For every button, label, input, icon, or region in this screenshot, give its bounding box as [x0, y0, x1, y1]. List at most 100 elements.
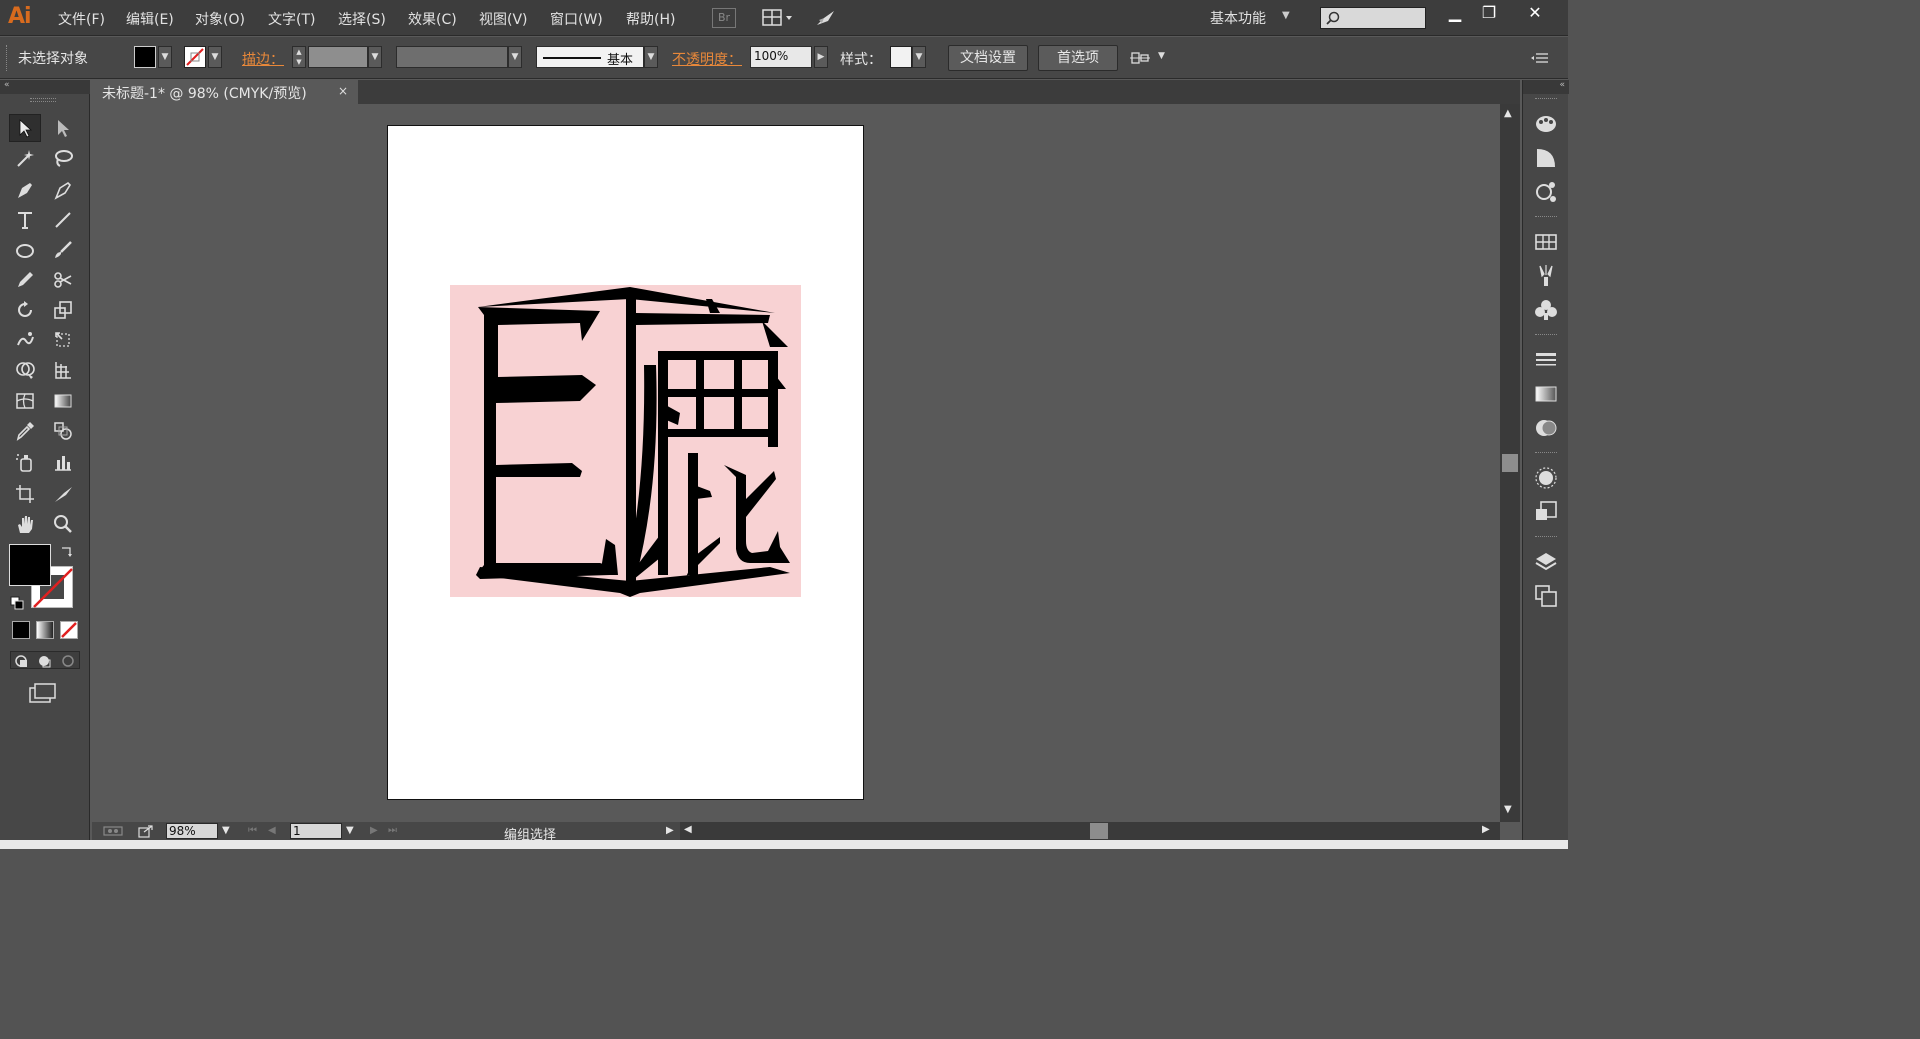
- perspective-grid-tool[interactable]: [47, 356, 79, 384]
- free-transform-tool[interactable]: [47, 326, 79, 354]
- layers-icon[interactable]: [1534, 550, 1558, 574]
- color-icon[interactable]: [1534, 112, 1558, 136]
- horizontal-scrollbar[interactable]: ◀ ▶: [680, 822, 1500, 840]
- direct-selection-tool[interactable]: [47, 114, 79, 142]
- arrange-documents-button[interactable]: [760, 8, 796, 28]
- zoom-input[interactable]: 98%: [166, 823, 218, 839]
- zoom-tool[interactable]: [47, 510, 79, 538]
- preferences-button[interactable]: 首选项: [1038, 45, 1118, 71]
- share-icon[interactable]: [138, 824, 154, 838]
- close-tab-icon[interactable]: ×: [338, 84, 348, 98]
- menu-type[interactable]: 文字(T): [268, 9, 315, 29]
- artboard-tool[interactable]: [9, 480, 41, 508]
- graphic-style-dropdown[interactable]: ▼: [912, 46, 926, 68]
- ellipse-tool[interactable]: [9, 236, 41, 264]
- first-artboard-icon[interactable]: ⏮: [248, 825, 257, 836]
- chevron-down-icon[interactable]: ▼: [1158, 51, 1165, 61]
- menu-effect[interactable]: 效果(C): [408, 9, 457, 29]
- canvas-area[interactable]: 巨鹿: [92, 104, 1500, 822]
- scroll-right-icon[interactable]: ▶: [1482, 824, 1490, 835]
- menu-view[interactable]: 视图(V): [479, 9, 528, 29]
- screen-mode-icon[interactable]: [28, 682, 58, 704]
- gradient-tool[interactable]: [47, 387, 79, 415]
- grip-handle[interactable]: [6, 45, 10, 71]
- expand-panels-icon[interactable]: «: [1523, 80, 1569, 94]
- brushes-icon[interactable]: [1534, 264, 1558, 288]
- stroke-weight-input[interactable]: [308, 46, 368, 68]
- magic-wand-tool[interactable]: [9, 144, 41, 172]
- opacity-input[interactable]: 100%: [750, 46, 812, 68]
- scroll-left-icon[interactable]: ◀: [684, 824, 692, 835]
- menu-select[interactable]: 选择(S): [338, 9, 386, 29]
- color-mode-none[interactable]: [60, 621, 78, 639]
- symbols-icon[interactable]: [1534, 180, 1558, 204]
- appearance-icon[interactable]: [1534, 466, 1558, 490]
- stroke-swatch[interactable]: [184, 46, 206, 68]
- selection-tool[interactable]: [9, 114, 41, 142]
- previous-artboard-icon[interactable]: ◀: [268, 825, 276, 836]
- artwork-logotype[interactable]: 巨鹿: [450, 285, 801, 597]
- type-tool[interactable]: [9, 206, 41, 234]
- slice-tool[interactable]: [47, 480, 79, 508]
- shape-builder-tool[interactable]: [9, 356, 41, 384]
- scroll-up-icon[interactable]: ▲: [1504, 108, 1512, 119]
- pencil-tool[interactable]: [9, 266, 41, 294]
- swatches-icon[interactable]: [1534, 230, 1558, 254]
- artboard-number-input[interactable]: 1: [290, 823, 342, 839]
- scale-tool[interactable]: [47, 296, 79, 324]
- dock-grip[interactable]: [1535, 98, 1557, 101]
- symbol-sprayer-tool[interactable]: [9, 448, 41, 476]
- paintbrush-tool[interactable]: [47, 236, 79, 264]
- scroll-down-icon[interactable]: ▼: [1504, 804, 1512, 815]
- document-tab[interactable]: 未标题-1* @ 98% (CMYK/预览) ×: [92, 80, 358, 104]
- menu-window[interactable]: 窗口(W): [550, 9, 603, 29]
- fill-color-box[interactable]: [9, 544, 51, 586]
- collapse-panel-icon[interactable]: «: [0, 80, 90, 94]
- lasso-tool[interactable]: [47, 144, 79, 172]
- brush-definition-dropdown[interactable]: ▼: [644, 46, 658, 68]
- blend-tool[interactable]: [47, 417, 79, 445]
- rotate-tool[interactable]: [9, 296, 41, 324]
- panel-menu-icon[interactable]: [1530, 49, 1550, 65]
- color-mode-solid[interactable]: [12, 621, 30, 639]
- draw-behind-icon[interactable]: [39, 656, 51, 668]
- graphic-styles-icon[interactable]: [1534, 500, 1558, 524]
- stroke-label[interactable]: 描边：: [242, 49, 284, 69]
- help-search-input[interactable]: [1320, 7, 1426, 29]
- fill-swatch[interactable]: [134, 46, 156, 68]
- column-graph-tool[interactable]: [47, 448, 79, 476]
- next-artboard-icon[interactable]: ▶: [370, 825, 378, 836]
- stroke-weight-stepper[interactable]: ▲ ▼: [292, 46, 306, 68]
- chevron-down-icon[interactable]: ▼: [1282, 10, 1290, 21]
- color-guide-icon[interactable]: [1534, 146, 1558, 170]
- gpu-performance-button[interactable]: [814, 8, 838, 28]
- graphic-style-swatch[interactable]: [890, 46, 912, 68]
- vertical-scrollbar[interactable]: ▲ ▼: [1500, 104, 1520, 822]
- eyedropper-tool[interactable]: [9, 417, 41, 445]
- horizontal-scroll-thumb[interactable]: [1090, 823, 1108, 839]
- menu-help[interactable]: 帮助(H): [626, 9, 675, 29]
- menu-object[interactable]: 对象(O): [195, 9, 245, 29]
- variable-width-dropdown[interactable]: ▼: [508, 46, 522, 68]
- scissors-tool[interactable]: [47, 266, 79, 294]
- close-button[interactable]: ✕: [1520, 2, 1550, 24]
- vertical-scroll-thumb[interactable]: [1502, 454, 1518, 472]
- line-tool[interactable]: [47, 206, 79, 234]
- pen-tool[interactable]: [9, 176, 41, 204]
- curvature-tool[interactable]: [47, 176, 79, 204]
- hand-tool[interactable]: [9, 510, 41, 538]
- minimize-button[interactable]: ▁: [1440, 2, 1470, 24]
- opacity-label[interactable]: 不透明度：: [672, 49, 742, 69]
- draw-inside-icon[interactable]: [62, 655, 74, 667]
- brush-definition[interactable]: 基本: [536, 46, 644, 68]
- menu-file[interactable]: 文件(F): [58, 9, 105, 29]
- default-colors-icon[interactable]: [10, 596, 24, 610]
- zoom-dropdown-icon[interactable]: ▼: [222, 825, 230, 836]
- document-setup-button[interactable]: 文档设置: [948, 45, 1028, 71]
- mesh-tool[interactable]: [9, 387, 41, 415]
- status-menu-icon[interactable]: ▶: [666, 825, 674, 836]
- stroke-icon[interactable]: [1534, 348, 1558, 372]
- artboards-icon[interactable]: [1534, 584, 1558, 608]
- workspace-switcher[interactable]: 基本功能: [1210, 8, 1266, 28]
- toolbox-grip[interactable]: [30, 98, 56, 102]
